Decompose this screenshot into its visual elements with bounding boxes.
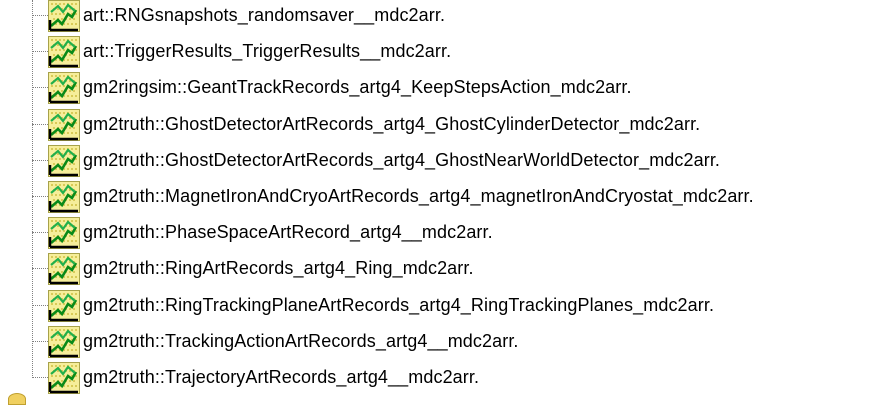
tree-item[interactable]: gm2truth::RingTrackingPlaneArtRecords_ar… xyxy=(32,288,882,324)
leaf-histogram-icon xyxy=(48,289,80,322)
tree-connector xyxy=(32,15,48,16)
tree-connector xyxy=(32,51,48,53)
leaf-histogram-icon xyxy=(48,253,80,286)
tree-item-label: art::TriggerResults_TriggerResults__mdc2… xyxy=(83,41,452,62)
tree-item[interactable]: gm2truth::GhostDetectorArtRecords_artg4_… xyxy=(32,107,882,143)
tree-item[interactable]: gm2truth::TrajectoryArtRecords_artg4__md… xyxy=(32,360,882,396)
tree-item[interactable]: gm2ringsim::GeantTrackRecords_artg4_Keep… xyxy=(32,70,882,106)
leaf-histogram-icon xyxy=(48,36,80,69)
tree-item-label: gm2truth::GhostDetectorArtRecords_artg4_… xyxy=(83,149,721,170)
tree-connector xyxy=(32,87,48,89)
tree-item[interactable]: gm2truth::TrackingActionArtRecords_artg4… xyxy=(32,324,882,360)
leaf-histogram-icon xyxy=(48,108,80,141)
leaf-histogram-icon xyxy=(48,144,80,177)
tree-item-label: gm2truth::TrackingActionArtRecords_artg4… xyxy=(83,330,519,351)
tree-connector xyxy=(32,159,48,161)
leaf-histogram-icon xyxy=(48,325,80,358)
tree-item-label: gm2truth::PhaseSpaceArtRecord_artg4__mdc… xyxy=(83,222,493,243)
tree-item-label: gm2truth::RingTrackingPlaneArtRecords_ar… xyxy=(83,294,715,315)
tree-item[interactable]: art::TriggerResults_TriggerResults__mdc2… xyxy=(32,34,882,70)
tree-connector xyxy=(32,340,48,342)
leaf-histogram-icon xyxy=(48,181,80,213)
leaf-histogram-icon xyxy=(48,0,80,32)
tree-view: art::RNGsnapshots_randomsaver__mdc2arr. … xyxy=(0,0,888,405)
tree-item[interactable]: gm2truth::RingArtRecords_artg4_Ring_mdc2… xyxy=(32,251,882,287)
tree-item-label: gm2truth::TrajectoryArtRecords_artg4__md… xyxy=(83,367,480,387)
leaf-histogram-icon xyxy=(48,217,80,250)
tree-item[interactable]: gm2truth::PhaseSpaceArtRecord_artg4__mdc… xyxy=(32,215,882,251)
tree-connector xyxy=(32,304,48,306)
tree-item[interactable]: art::RNGsnapshots_randomsaver__mdc2arr. xyxy=(32,0,882,34)
tree-item-label: gm2truth::RingArtRecords_artg4_Ring_mdc2… xyxy=(83,258,474,279)
leaf-histogram-icon xyxy=(48,362,80,394)
tree-item-label: gm2ringsim::GeantTrackRecords_artg4_Keep… xyxy=(83,77,632,98)
tree-connector xyxy=(32,268,48,270)
tree-connector xyxy=(32,377,48,378)
tree-connector xyxy=(32,232,48,234)
folder-icon[interactable] xyxy=(8,393,26,405)
tree-item-label: gm2truth::MagnetIronAndCryoArtRecords_ar… xyxy=(83,186,754,206)
tree-item-label: art::RNGsnapshots_randomsaver__mdc2arr. xyxy=(83,5,446,25)
tree-connector xyxy=(32,196,48,197)
leaf-histogram-icon xyxy=(48,72,80,105)
tree-item[interactable]: gm2truth::GhostDetectorArtRecords_artg4_… xyxy=(32,143,882,179)
tree-connector xyxy=(32,123,48,125)
tree-item-label: gm2truth::GhostDetectorArtRecords_artg4_… xyxy=(83,113,701,134)
tree-item[interactable]: gm2truth::MagnetIronAndCryoArtRecords_ar… xyxy=(32,179,882,215)
